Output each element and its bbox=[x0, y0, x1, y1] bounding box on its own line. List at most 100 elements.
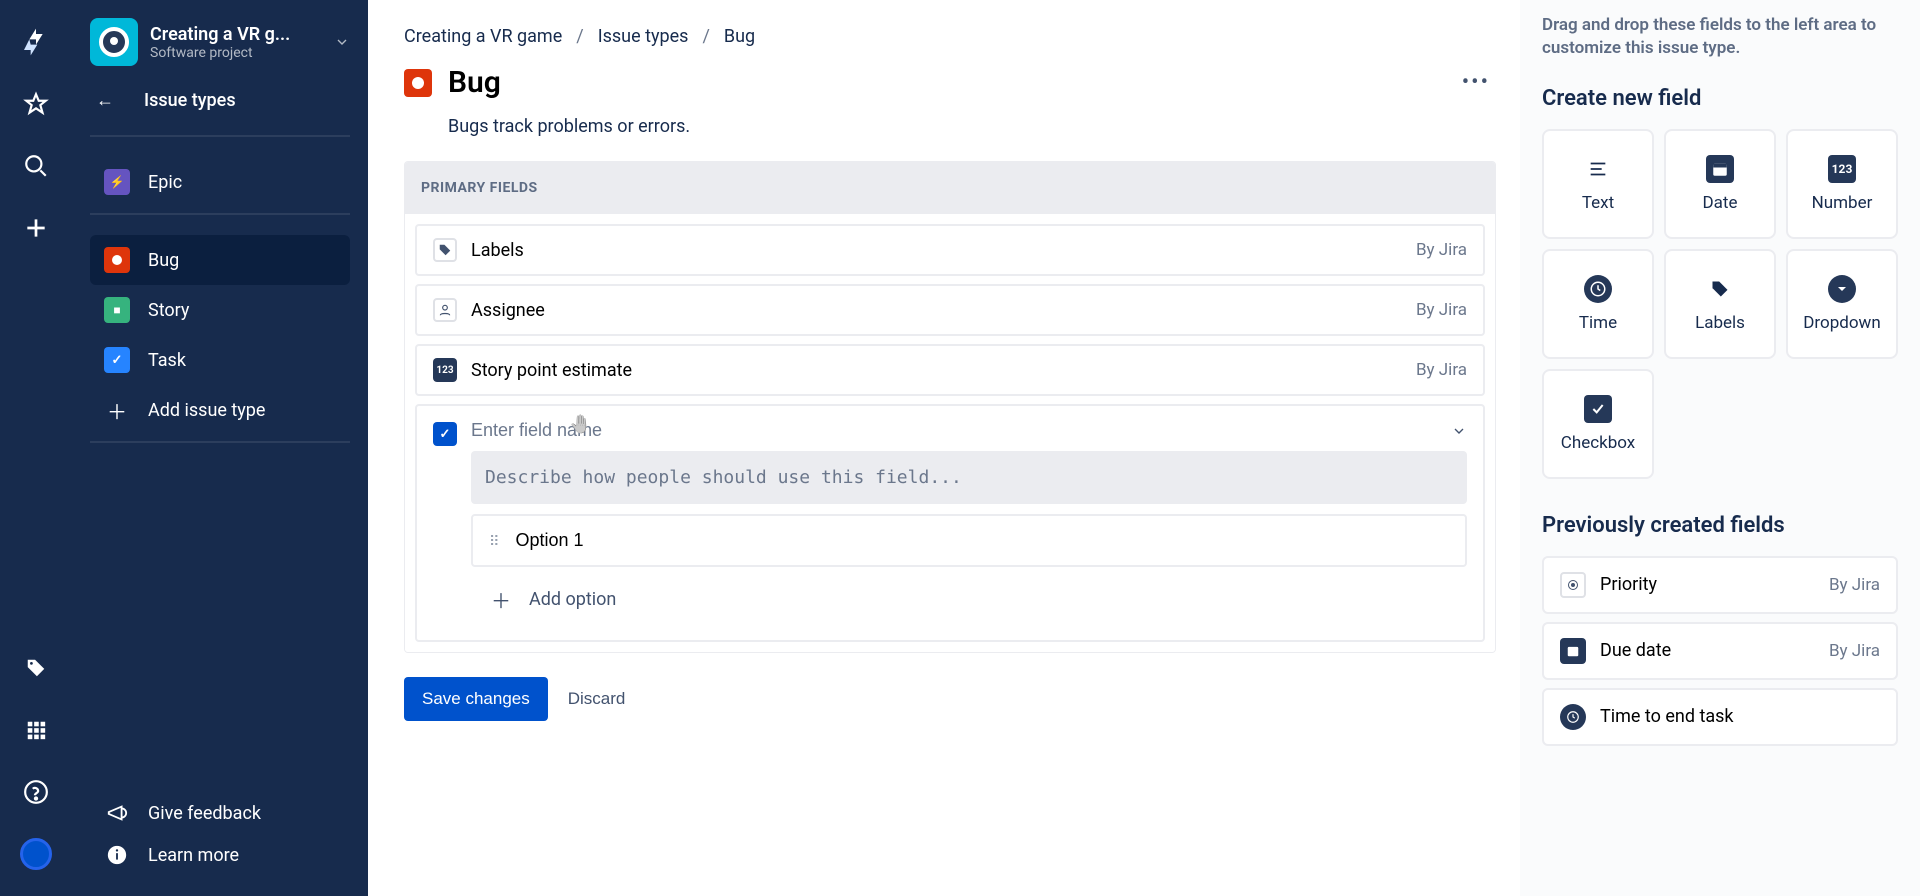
prev-field-priority[interactable]: Priority By Jira bbox=[1542, 556, 1898, 614]
project-avatar-icon bbox=[90, 18, 138, 66]
sidebar-item-label: Task bbox=[148, 350, 186, 371]
drag-handle-icon[interactable] bbox=[489, 531, 498, 550]
field-name-input[interactable] bbox=[471, 420, 1441, 441]
prev-field-due-date[interactable]: Due date By Jira bbox=[1542, 622, 1898, 680]
breadcrumb-item[interactable]: Issue types bbox=[598, 26, 689, 47]
project-sidebar: Creating a VR g... Software project ← Is… bbox=[72, 0, 368, 896]
global-rail bbox=[0, 0, 72, 896]
task-icon bbox=[104, 347, 130, 373]
more-menu-icon[interactable]: ••• bbox=[1456, 70, 1496, 95]
field-name: Assignee bbox=[471, 300, 545, 321]
prev-field-source: By Jira bbox=[1829, 641, 1880, 661]
create-icon[interactable] bbox=[14, 206, 58, 250]
tile-label: Text bbox=[1582, 193, 1614, 213]
back-label: Issue types bbox=[144, 90, 236, 111]
chevron-down-icon[interactable] bbox=[1451, 423, 1467, 439]
issue-type-icon bbox=[404, 69, 432, 97]
project-name: Creating a VR g... bbox=[150, 24, 290, 45]
megaphone-icon bbox=[104, 802, 130, 824]
primary-fields-section: PRIMARY FIELDS Labels By Jira Assignee B… bbox=[404, 161, 1496, 653]
apps-grid-icon[interactable] bbox=[14, 708, 58, 752]
prev-field-name: Priority bbox=[1600, 574, 1657, 595]
tag-nav-icon[interactable] bbox=[14, 646, 58, 690]
prev-field-source: By Jira bbox=[1829, 575, 1880, 595]
field-tile-number[interactable]: 123 Number bbox=[1786, 129, 1898, 239]
field-tile-date[interactable]: Date bbox=[1664, 129, 1776, 239]
plus-icon: ＋ bbox=[104, 397, 130, 423]
person-icon bbox=[433, 298, 457, 322]
project-subtitle: Software project bbox=[150, 45, 290, 61]
search-icon[interactable] bbox=[14, 144, 58, 188]
checkbox-icon bbox=[433, 422, 457, 446]
breadcrumb: Creating a VR game / Issue types / Bug bbox=[404, 26, 1496, 47]
discard-button[interactable]: Discard bbox=[568, 689, 626, 709]
tile-label: Date bbox=[1703, 193, 1738, 213]
checkbox-icon bbox=[1584, 395, 1612, 423]
help-icon[interactable] bbox=[14, 770, 58, 814]
profile-avatar[interactable] bbox=[14, 832, 58, 876]
sidebar-item-epic[interactable]: Epic bbox=[90, 157, 350, 207]
star-icon[interactable] bbox=[14, 82, 58, 126]
add-option-button[interactable]: ＋ Add option bbox=[471, 577, 1467, 622]
field-story-points[interactable]: 123 Story point estimate By Jira bbox=[415, 344, 1485, 396]
field-tile-labels[interactable]: Labels bbox=[1664, 249, 1776, 359]
field-tile-dropdown[interactable]: Dropdown bbox=[1786, 249, 1898, 359]
breadcrumb-item[interactable]: Bug bbox=[724, 26, 755, 47]
learn-more-label: Learn more bbox=[148, 845, 239, 866]
sidebar-divider bbox=[90, 135, 350, 137]
save-changes-button[interactable]: Save changes bbox=[404, 677, 548, 721]
create-field-header: Create new field bbox=[1542, 86, 1898, 111]
breadcrumb-item[interactable]: Creating a VR game bbox=[404, 26, 562, 47]
field-tile-text[interactable]: Text bbox=[1542, 129, 1654, 239]
feedback-label: Give feedback bbox=[148, 803, 261, 824]
bug-icon bbox=[104, 247, 130, 273]
sidebar-item-story[interactable]: Story bbox=[90, 285, 350, 335]
sidebar-divider bbox=[90, 441, 350, 443]
sidebar-add-issue-type[interactable]: ＋ Add issue type bbox=[90, 385, 350, 435]
sidebar-item-label: Bug bbox=[148, 250, 179, 271]
primary-fields-header: PRIMARY FIELDS bbox=[405, 162, 1495, 214]
previous-fields-header: Previously created fields bbox=[1542, 513, 1898, 538]
project-switcher[interactable]: Creating a VR g... Software project bbox=[90, 18, 350, 66]
chevron-down-icon[interactable] bbox=[334, 34, 350, 50]
sidebar-item-task[interactable]: Task bbox=[90, 335, 350, 385]
jira-logo-icon[interactable] bbox=[14, 20, 58, 64]
field-labels[interactable]: Labels By Jira bbox=[415, 224, 1485, 276]
back-to-issue-types[interactable]: ← Issue types bbox=[90, 90, 350, 111]
plus-icon: ＋ bbox=[491, 585, 511, 614]
clock-icon bbox=[1584, 275, 1612, 303]
field-description-input[interactable] bbox=[471, 451, 1467, 504]
field-palette-panel: Drag and drop these fields to the left a… bbox=[1520, 0, 1920, 896]
field-name: Labels bbox=[471, 240, 524, 261]
prev-field-name: Due date bbox=[1600, 640, 1671, 661]
text-icon bbox=[1584, 155, 1612, 183]
sidebar-item-label: Story bbox=[148, 300, 189, 321]
field-assignee[interactable]: Assignee By Jira bbox=[415, 284, 1485, 336]
field-source: By Jira bbox=[1416, 300, 1467, 320]
field-tile-checkbox[interactable]: Checkbox bbox=[1542, 369, 1654, 479]
dropdown-icon bbox=[1828, 275, 1856, 303]
calendar-icon bbox=[1706, 155, 1734, 183]
field-source: By Jira bbox=[1416, 240, 1467, 260]
issue-description: Bugs track problems or errors. bbox=[448, 116, 1496, 137]
add-option-label: Add option bbox=[529, 589, 616, 610]
sidebar-item-bug[interactable]: Bug bbox=[90, 235, 350, 285]
info-icon bbox=[104, 844, 130, 866]
field-tile-time[interactable]: Time bbox=[1542, 249, 1654, 359]
option-row[interactable] bbox=[471, 514, 1467, 567]
learn-more-link[interactable]: Learn more bbox=[90, 834, 350, 876]
sidebar-item-label: Epic bbox=[148, 172, 182, 193]
tag-icon bbox=[1706, 275, 1734, 303]
prev-field-time-end[interactable]: Time to end task bbox=[1542, 688, 1898, 746]
epic-icon bbox=[104, 169, 130, 195]
option-input[interactable] bbox=[516, 530, 1449, 551]
number-icon: 123 bbox=[1828, 155, 1856, 183]
number-icon: 123 bbox=[433, 358, 457, 382]
page-title: Bug bbox=[448, 65, 501, 100]
tile-label: Time bbox=[1579, 313, 1617, 333]
tag-icon bbox=[433, 238, 457, 262]
tile-label: Labels bbox=[1695, 313, 1745, 333]
give-feedback-link[interactable]: Give feedback bbox=[90, 792, 350, 834]
palette-help-text: Drag and drop these fields to the left a… bbox=[1542, 14, 1898, 60]
breadcrumb-separator: / bbox=[702, 26, 709, 47]
